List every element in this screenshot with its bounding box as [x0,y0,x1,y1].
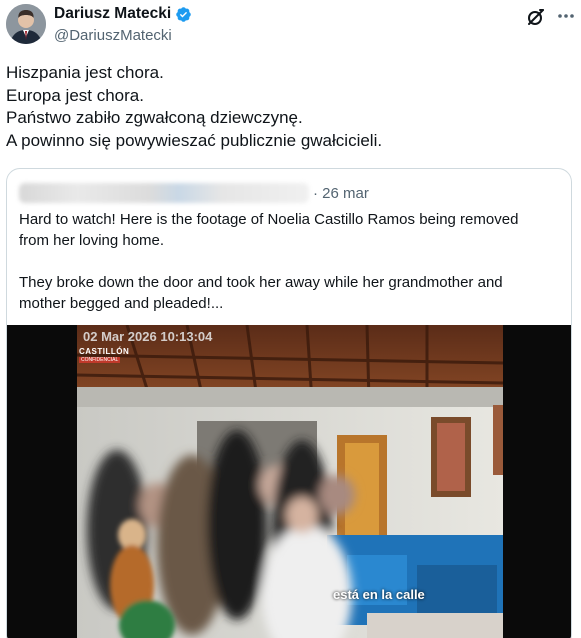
quote-line: They broke down the door and took her aw… [19,274,503,291]
quoted-tweet-text: Hard to watch! Here is the footage of No… [19,209,559,314]
tweet-line: Państwo zabiło zgwałconą dziewczynę. [6,108,303,127]
tweet-line: Europa jest chora. [6,85,144,105]
avatar[interactable] [6,4,46,44]
quoted-tweet-date[interactable]: · 26 mar [313,185,369,202]
blurred-quoted-author [19,183,309,203]
tweet-header: Dariusz Matecki @DariuszMatecki [0,0,581,50]
quote-line: Hard to watch! Here is the footage of No… [19,211,519,228]
author-name-row: Dariusz Matecki [54,5,192,23]
author-handle[interactable]: @DariuszMatecki [54,27,172,44]
video-channel-logo: CASTILLÓN [79,347,130,356]
author-display-name[interactable]: Dariusz Matecki [54,5,171,23]
tweet-text: Hiszpania jest chora. Europa jest chora.… [6,62,576,152]
avatar-image [6,4,46,44]
more-options-icon[interactable] [556,6,576,26]
video-subtitle: está en la calle [333,587,425,602]
video-frame [7,325,571,638]
verified-badge-icon [175,6,192,23]
quote-line: from her loving home. [19,232,165,249]
quote-line: mother begged and pleaded!... [19,295,224,312]
video-timestamp: 02 Mar 2026 10:13:04 [83,329,213,344]
grok-icon[interactable] [526,7,546,27]
quoted-video[interactable]: 02 Mar 2026 10:13:04 CASTILLÓN CONFIDENC… [7,325,571,638]
tweet-line: A powinno się powywieszać publicznie gwa… [6,130,383,150]
video-channel-logo-sub: CONFIDENCIAL [79,357,121,363]
tweet-line: Hiszpania jest chora. [6,63,164,82]
quoted-tweet-header: · 26 mar [19,181,559,203]
quoted-tweet-card[interactable]: · 26 mar Hard to watch! Here is the foot… [6,168,572,638]
